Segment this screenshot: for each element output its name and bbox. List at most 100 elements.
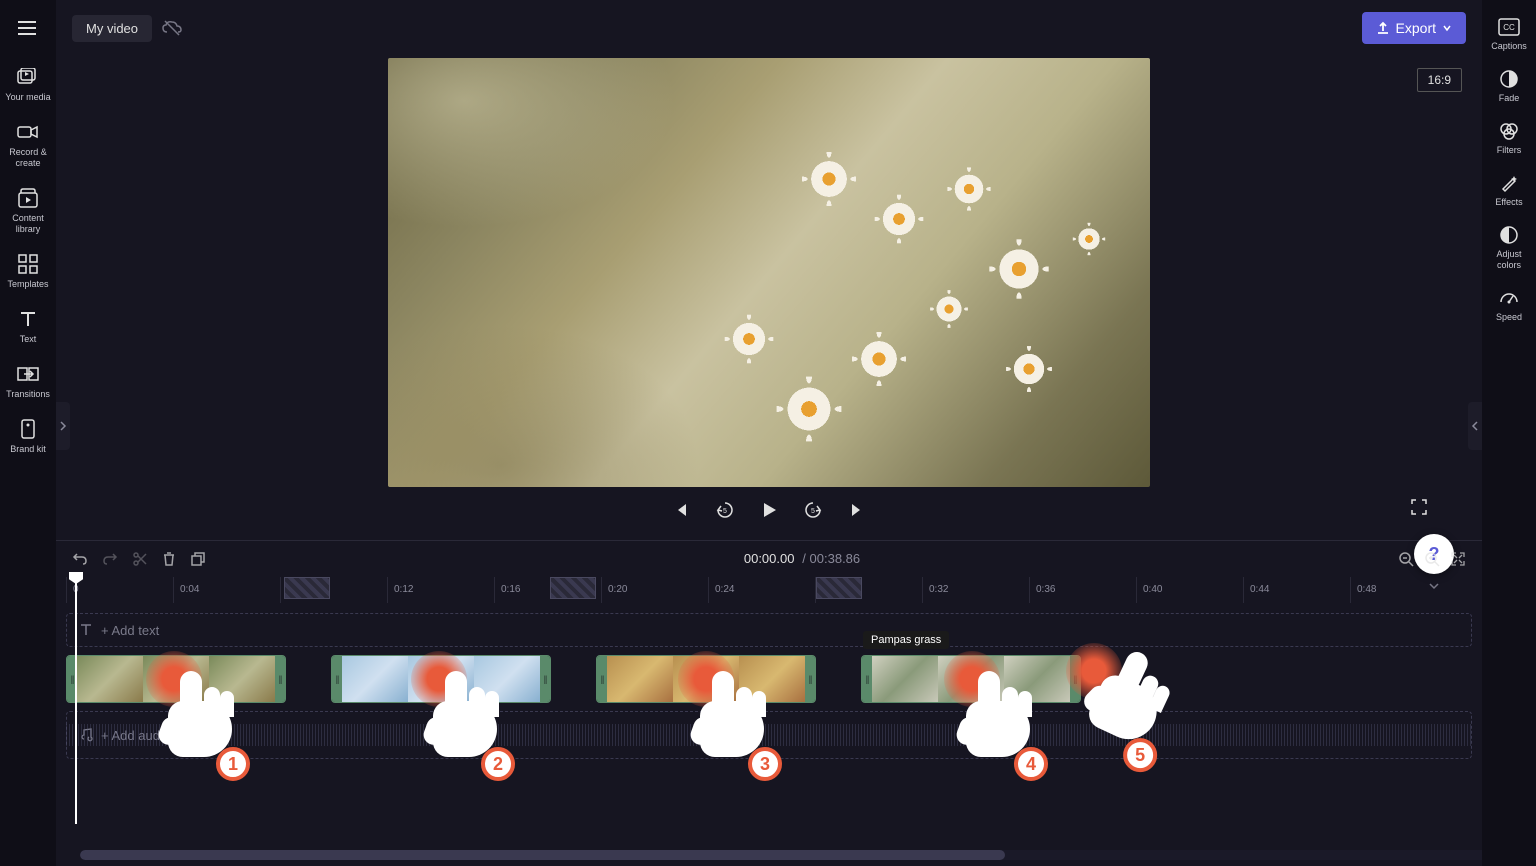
clip-4[interactable] [861,655,1081,703]
forward-5-button[interactable]: 5 [802,499,824,521]
skip-end-button[interactable] [846,499,868,521]
duplicate-button[interactable] [190,551,206,567]
media-icon [17,66,39,88]
sidebar-item-content-library[interactable]: Content library [3,181,53,241]
skip-start-button[interactable] [670,499,692,521]
delete-button[interactable] [162,551,176,567]
timeline-timecode: 00:00.00 / 00:38.86 [220,551,1384,567]
ruler-tick: 0:16 [494,577,520,603]
zoom-in-button[interactable] [1424,551,1440,567]
svg-text:5: 5 [723,508,727,515]
sidebar-item-label: Captions [1491,41,1527,52]
video-preview[interactable] [388,58,1150,487]
text-icon [17,308,39,330]
right-panel-expand[interactable] [1468,402,1482,450]
audio-waveform [66,724,1472,746]
rewind-5-button[interactable]: 5 [714,499,736,521]
timeline-scrollbar[interactable] [80,850,1526,860]
top-bar: My video Export [56,0,1482,56]
fit-timeline-button[interactable] [1450,551,1466,567]
sidebar-item-record-create[interactable]: Record & create [3,115,53,175]
sidebar-item-label: Adjust colors [1484,249,1534,271]
sidebar-item-adjust-colors[interactable]: Adjust colors [1484,218,1534,277]
current-time: 00:00.00 [744,551,795,566]
sidebar-item-label: Record & create [3,147,53,169]
sidebar-item-captions[interactable]: CC Captions [1484,10,1534,58]
ruler-tick: 0:12 [387,577,413,603]
library-icon [17,187,39,209]
video-track[interactable]: Pampas grass [66,655,1472,703]
clip-3[interactable] [596,655,816,703]
right-sidebar: CC Captions Fade Filters Effects Adjust … [1482,0,1536,866]
play-button[interactable] [758,499,780,521]
redo-button[interactable] [102,551,118,567]
sidebar-item-label: Speed [1496,312,1522,323]
playhead[interactable] [75,572,77,824]
sidebar-item-label: Brand kit [10,444,46,455]
add-text-placeholder[interactable]: + Add text [66,613,1472,647]
sidebar-item-effects[interactable]: Effects [1484,166,1534,214]
ruler-tick: 0:36 [1029,577,1055,603]
text-icon [79,623,93,637]
menu-button[interactable] [14,14,42,42]
timeline-panel: 00:00.00 / 00:38.86 0 0:04 0:08 0:12 0:1… [56,540,1482,866]
sidebar-item-templates[interactable]: Templates [3,247,53,296]
split-button[interactable] [132,551,148,567]
captions-icon: CC [1498,16,1520,38]
audio-track[interactable]: + Add audio [66,711,1472,759]
sidebar-item-label: Your media [5,92,50,103]
timeline-ruler[interactable]: 0 0:04 0:08 0:12 0:16 0:20 0:24 0:28 0:3… [66,577,1472,603]
svg-text:5: 5 [811,508,815,515]
ruler-tick: 0:44 [1243,577,1269,603]
fade-icon [1498,68,1520,90]
ruler-tick: 0:04 [173,577,199,603]
sidebar-item-label: Text [20,334,37,345]
sidebar-item-label: Fade [1499,93,1520,104]
ruler-tick: 0:24 [708,577,734,603]
ruler-tick: 0:48 [1350,577,1376,603]
sidebar-item-brand-kit[interactable]: Brand kit [3,412,53,461]
cloud-sync-off-icon[interactable] [162,20,182,36]
ruler-tick: 0:40 [1136,577,1162,603]
zoom-out-button[interactable] [1398,551,1414,567]
brandkit-icon [17,418,39,440]
sidebar-item-transitions[interactable]: Transitions [3,357,53,406]
sidebar-item-label: Transitions [6,389,50,400]
sidebar-item-your-media[interactable]: Your media [3,60,53,109]
text-track[interactable]: + Add text [66,613,1472,647]
sidebar-item-label: Templates [7,279,48,290]
undo-button[interactable] [72,551,88,567]
clip-tooltip: Pampas grass [863,631,949,649]
preview-area: 16:9 5 5 ? [56,56,1482,540]
aspect-ratio-button[interactable]: 16:9 [1417,68,1462,92]
gap-marker [284,577,330,599]
transitions-icon [17,363,39,385]
timeline-tracks: + Add text Pampas grass + Add audio [66,613,1472,866]
effects-icon [1498,172,1520,194]
sidebar-item-speed[interactable]: Speed [1484,281,1534,329]
timeline-zoom-controls [1398,551,1466,567]
left-sidebar: Your media Record & create Content libra… [0,0,56,866]
chevron-down-icon [1442,23,1452,33]
timeline-toolbar: 00:00.00 / 00:38.86 [56,541,1482,577]
export-button[interactable]: Export [1362,12,1466,44]
clip-1[interactable] [66,655,286,703]
svg-text:CC: CC [1503,23,1515,32]
upload-icon [1376,21,1390,35]
sidebar-item-filters[interactable]: Filters [1484,114,1534,162]
sidebar-item-fade[interactable]: Fade [1484,62,1534,110]
add-text-label: + Add text [101,623,159,638]
templates-icon [17,253,39,275]
project-title[interactable]: My video [72,15,152,42]
filters-icon [1498,120,1520,142]
export-label: Export [1396,20,1436,36]
total-duration: 00:38.86 [810,551,861,566]
main-area: My video Export 16:9 5 5 [56,0,1482,866]
gap-marker [550,577,596,599]
sidebar-item-text[interactable]: Text [3,302,53,351]
speed-icon [1498,287,1520,309]
fullscreen-button[interactable] [1408,496,1430,518]
sidebar-item-label: Content library [3,213,53,235]
clip-2[interactable] [331,655,551,703]
camcorder-icon [17,121,39,143]
